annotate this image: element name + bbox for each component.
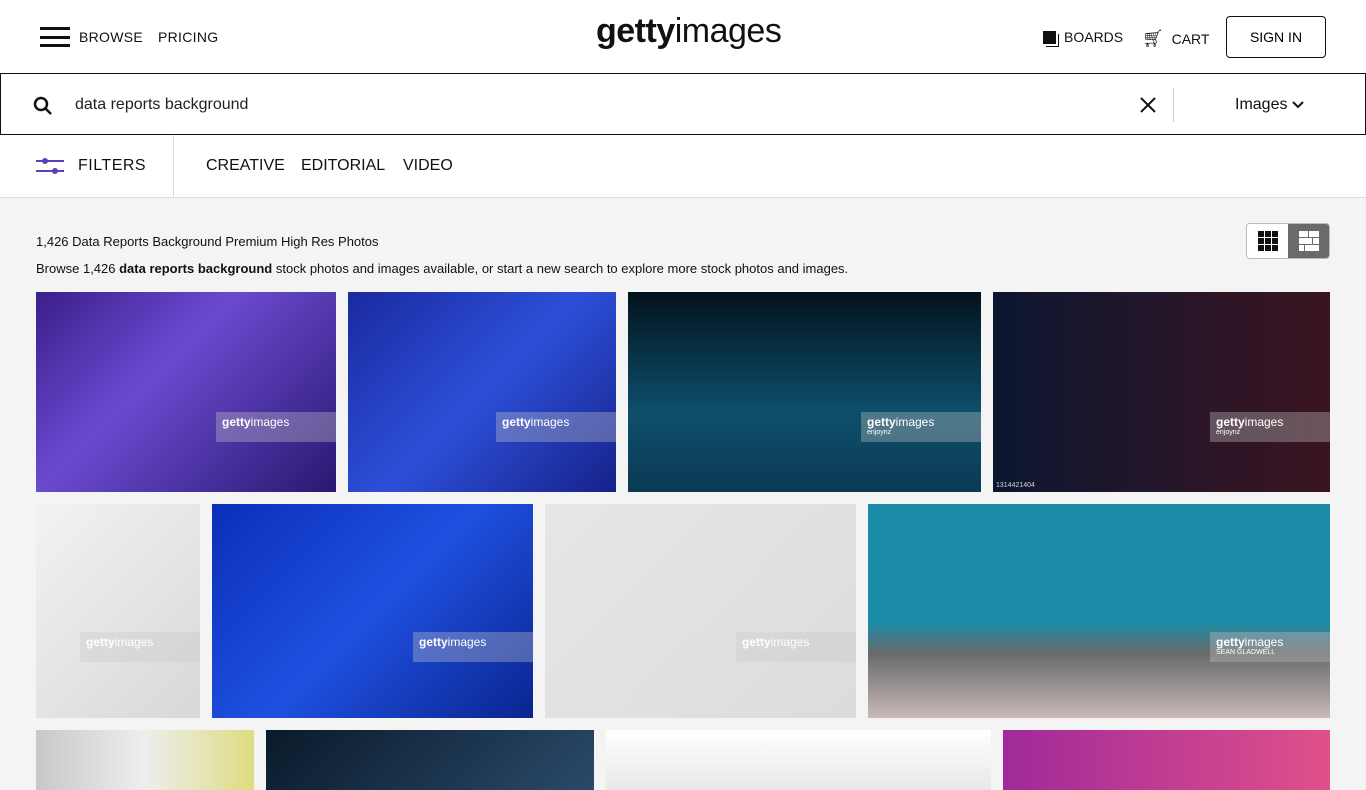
image-tile[interactable] xyxy=(1003,730,1330,790)
boards-label: BOARDS xyxy=(1064,29,1124,45)
pricing-link[interactable]: PRICING xyxy=(158,29,218,45)
image-id: 1314421404 xyxy=(996,482,1035,489)
divider xyxy=(1173,88,1174,122)
image-tile[interactable] xyxy=(606,730,991,790)
filters-button[interactable]: FILTERS xyxy=(36,157,146,175)
contributor: enjoynz xyxy=(1216,429,1241,436)
tab-video[interactable]: VIDEO xyxy=(403,157,453,175)
image-tile[interactable] xyxy=(266,730,594,790)
grid-icon xyxy=(1257,231,1278,251)
desc-query: data reports background xyxy=(119,261,273,276)
media-type-label: Images xyxy=(1235,96,1288,113)
watermark: gettyimages enjoynz xyxy=(1210,412,1330,442)
watermark: gettyimages SEAN GLADWELL xyxy=(1210,632,1330,662)
watermark-logo: gettyimages xyxy=(1216,635,1284,649)
image-tile[interactable] xyxy=(36,730,254,790)
desc-pre: Browse 1,426 xyxy=(36,261,120,276)
contributor: enjoynz xyxy=(867,429,892,436)
close-icon[interactable] xyxy=(1140,97,1156,113)
search-input[interactable]: data reports background xyxy=(75,96,248,114)
cart-icon: 🛒︎ xyxy=(1142,29,1164,48)
results-description: Browse 1,426 data reports background sto… xyxy=(36,261,848,276)
boards-link[interactable]: BOARDS xyxy=(1043,29,1123,45)
logo-bold: getty xyxy=(596,12,675,50)
tab-creative[interactable]: CREATIVE xyxy=(206,157,285,175)
watermark: gettyimages xyxy=(80,632,200,662)
sign-in-button[interactable]: SIGN IN xyxy=(1226,16,1326,58)
divider xyxy=(173,135,174,197)
header: BROWSE PRICING gettyimages BOARDS 🛒︎ CART… xyxy=(0,0,1366,73)
image-tile[interactable]: gettyimages enjoynz 1314421404 xyxy=(993,292,1330,492)
watermark-logo: gettyimages xyxy=(742,635,810,649)
browse-link[interactable]: BROWSE xyxy=(79,29,143,45)
contributor: SEAN GLADWELL xyxy=(1216,649,1276,656)
mosaic-icon xyxy=(1298,231,1319,251)
image-tile[interactable]: gettyimages xyxy=(348,292,616,492)
watermark-logo: gettyimages xyxy=(867,415,935,429)
image-tile[interactable]: gettyimages xyxy=(545,504,856,718)
watermark-logo: gettyimages xyxy=(222,415,290,429)
grid-view-button[interactable] xyxy=(1247,224,1288,258)
image-tile[interactable]: gettyimages enjoynz xyxy=(628,292,981,492)
desc-post: stock photos and images available, or st… xyxy=(272,261,849,276)
results-title: 1,426 Data Reports Background Premium Hi… xyxy=(36,234,379,249)
view-toggle xyxy=(1246,223,1330,259)
logo[interactable]: gettyimages xyxy=(596,12,782,51)
watermark-logo: gettyimages xyxy=(86,635,154,649)
sliders-icon xyxy=(36,158,64,174)
boards-icon xyxy=(1043,30,1056,44)
tab-editorial[interactable]: EDITORIAL xyxy=(301,157,385,175)
filter-bar: FILTERS CREATIVE EDITORIAL VIDEO xyxy=(0,135,1366,198)
watermark-logo: gettyimages xyxy=(502,415,570,429)
watermark-logo: gettyimages xyxy=(1216,415,1284,429)
watermark: gettyimages xyxy=(496,412,616,442)
watermark: gettyimages xyxy=(736,632,856,662)
image-tile[interactable]: gettyimages xyxy=(36,504,200,718)
search-icon[interactable] xyxy=(33,96,53,116)
image-tile[interactable]: gettyimages SEAN GLADWELL xyxy=(868,504,1330,718)
chevron-down-icon xyxy=(1292,101,1304,109)
cart-link[interactable]: 🛒︎ CART xyxy=(1142,29,1209,49)
search-bar: data reports background Images xyxy=(0,73,1366,135)
filters-label: FILTERS xyxy=(78,157,147,174)
watermark: gettyimages xyxy=(216,412,336,442)
watermark: gettyimages enjoynz xyxy=(861,412,981,442)
watermark-logo: gettyimages xyxy=(419,635,487,649)
logo-light: images xyxy=(674,12,782,50)
image-tile[interactable]: gettyimages xyxy=(212,504,533,718)
image-tile[interactable]: gettyimages xyxy=(36,292,336,492)
cart-label: CART xyxy=(1171,31,1210,47)
menu-icon[interactable] xyxy=(40,27,70,47)
media-type-dropdown[interactable]: Images xyxy=(1235,96,1304,114)
watermark: gettyimages xyxy=(413,632,533,662)
mosaic-view-button[interactable] xyxy=(1288,224,1329,258)
